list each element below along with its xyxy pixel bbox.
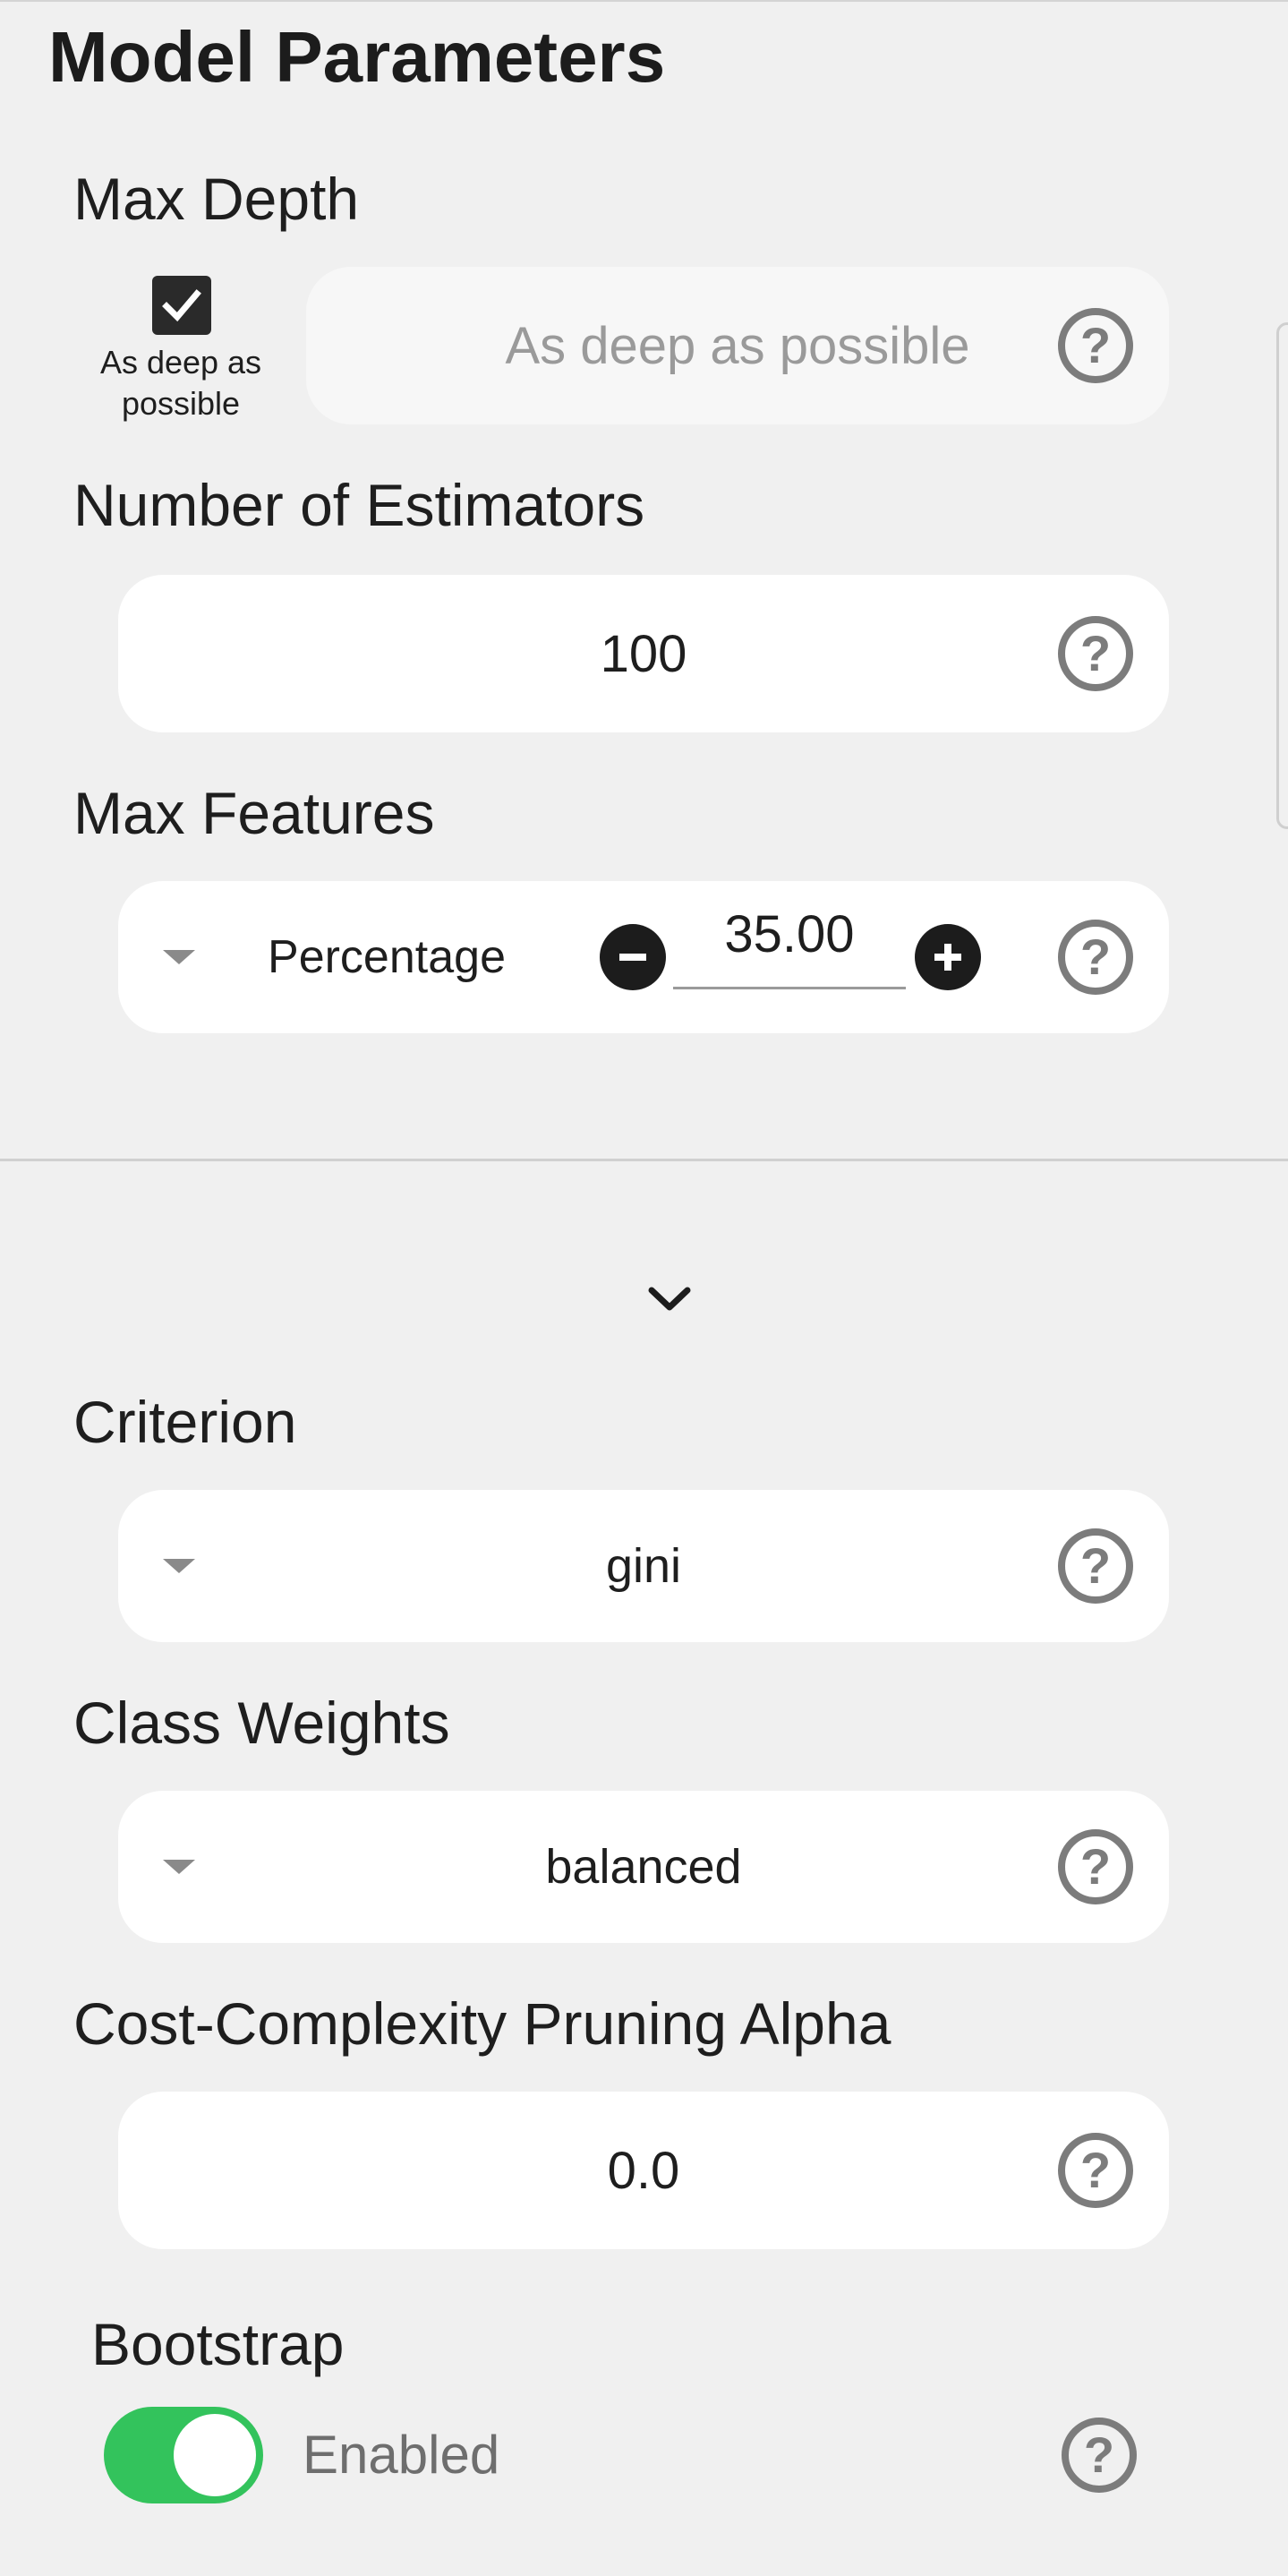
help-icon[interactable]: ? [1058, 616, 1133, 691]
dropdown-caret-icon[interactable] [163, 950, 195, 964]
n-estimators-field[interactable]: 100 ? [118, 575, 1169, 732]
bootstrap-state-label: Enabled [303, 2425, 500, 2485]
n-estimators-input[interactable]: 100 [118, 575, 1169, 732]
max-features-value-input[interactable]: 35.00 [673, 881, 906, 989]
max-features-field: Percentage 35.00 ? [118, 881, 1169, 1033]
checkmark-icon [162, 289, 201, 322]
minus-icon [619, 954, 646, 961]
ccp-alpha-field[interactable]: 0.0 ? [118, 2092, 1169, 2249]
help-icon[interactable]: ? [1058, 920, 1133, 995]
help-icon[interactable]: ? [1058, 1528, 1133, 1604]
max-depth-checkbox-label: As deep as possible [99, 344, 262, 422]
class-weights-value: balanced [545, 1840, 742, 1894]
help-icon[interactable]: ? [1058, 308, 1133, 383]
class-weights-label: Class Weights [73, 1690, 450, 1756]
ccp-alpha-input[interactable]: 0.0 [118, 2092, 1169, 2249]
n-estimators-label: Number of Estimators [73, 472, 645, 538]
criterion-value: gini [605, 1539, 682, 1593]
help-icon[interactable]: ? [1058, 1829, 1133, 1904]
toggle-knob [174, 2414, 256, 2496]
section-divider [0, 1159, 1288, 1161]
bootstrap-toggle[interactable] [104, 2407, 263, 2503]
help-icon[interactable]: ? [1058, 2133, 1133, 2208]
class-weights-select[interactable]: balanced ? [118, 1791, 1169, 1943]
max-features-mode-select[interactable]: Percentage [252, 881, 521, 1033]
help-icon[interactable]: ? [1062, 2418, 1137, 2493]
expand-chevron-button[interactable] [643, 1271, 696, 1325]
decrement-button[interactable] [600, 924, 666, 990]
max-depth-label: Max Depth [73, 166, 360, 232]
max-features-label: Max Features [73, 780, 435, 846]
page-title: Model Parameters [48, 17, 666, 97]
max-depth-checkbox[interactable] [152, 276, 211, 335]
max-depth-input: As deep as possible [505, 316, 970, 375]
increment-button[interactable] [915, 924, 981, 990]
chevron-down-icon [648, 1287, 691, 1311]
max-depth-field: As deep as possible ? [306, 267, 1169, 424]
plus-icon [934, 944, 961, 971]
top-rule [0, 0, 1288, 2]
criterion-label: Criterion [73, 1389, 297, 1455]
bootstrap-label: Bootstrap [91, 2311, 345, 2377]
side-scroll-rail[interactable] [1276, 322, 1288, 829]
criterion-select[interactable]: gini ? [118, 1490, 1169, 1642]
ccp-alpha-label: Cost-Complexity Pruning Alpha [73, 1990, 891, 2057]
